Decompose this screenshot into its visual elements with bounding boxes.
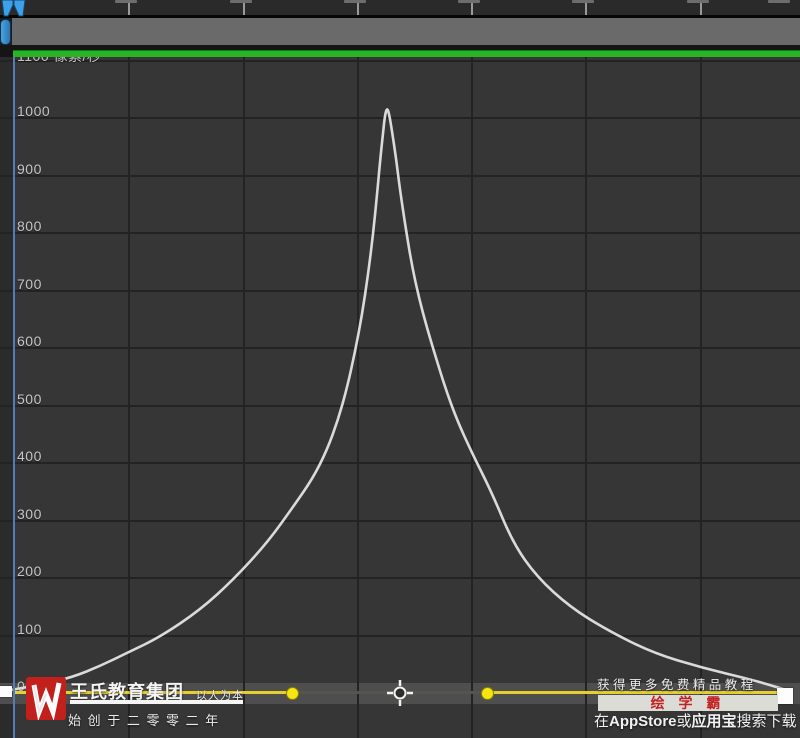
logo-w-icon	[31, 682, 62, 722]
ruler-time-label-clipped	[687, 0, 709, 3]
work-area-bar[interactable]	[13, 50, 800, 57]
ruler-tick	[471, 2, 473, 15]
ruler-tick	[700, 2, 702, 15]
work-area-left-gap	[0, 50, 13, 57]
navigator-left-handle[interactable]	[0, 19, 11, 45]
current-time-indicator-line[interactable]	[13, 17, 15, 738]
ruler-tick	[243, 2, 245, 15]
speed-curve[interactable]	[3, 108, 785, 693]
yingyongbao-name: 应用宝	[691, 713, 737, 730]
graph-editor-window: 1100 像素/秒1000900800700600500400300200100…	[0, 0, 800, 738]
keyframe-dot[interactable]	[480, 686, 494, 700]
ruler-time-label-clipped	[230, 0, 252, 3]
crosshair-cursor-icon	[387, 680, 413, 706]
left-edge-keyframe[interactable]	[0, 686, 12, 697]
timeline-navigator-bar[interactable]	[12, 18, 800, 45]
appstore-name: AppStore	[609, 713, 677, 730]
watermark-promo-text: 获 得 更 多 免 费 精 品 教 程	[597, 678, 754, 692]
speed-curve-canvas	[3, 108, 785, 693]
appstore-suffix: 搜索下载	[736, 713, 797, 730]
ruler-tick	[585, 2, 587, 15]
appstore-prefix: 在	[594, 713, 610, 730]
right-edge-keyframe[interactable]	[777, 688, 793, 704]
ruler-time-label-clipped	[115, 0, 137, 3]
wangshi-logo	[26, 677, 66, 722]
ruler-time-label-clipped	[572, 0, 594, 3]
ruler-time-label-clipped	[768, 0, 790, 3]
watermark-founded-text: 始 创 于 二 零 零 二 年	[68, 713, 220, 728]
speed-graph-area: 1100 像素/秒1000900800700600500400300200100…	[0, 0, 800, 738]
ruler-tick	[128, 2, 130, 15]
watermark-appstore-text: 在AppStore或应用宝搜索下载	[594, 710, 797, 731]
playhead-marker[interactable]	[1, 0, 27, 17]
keyframe-dot[interactable]	[285, 686, 299, 700]
huixueba-badge: 绘 学 霸	[598, 695, 778, 711]
appstore-or: 或	[676, 713, 692, 730]
ruler-time-label-clipped	[458, 0, 480, 3]
time-ruler[interactable]	[0, 0, 800, 18]
ruler-time-label-clipped	[344, 0, 366, 3]
watermark-underline	[70, 700, 243, 704]
ruler-tick	[357, 2, 359, 15]
